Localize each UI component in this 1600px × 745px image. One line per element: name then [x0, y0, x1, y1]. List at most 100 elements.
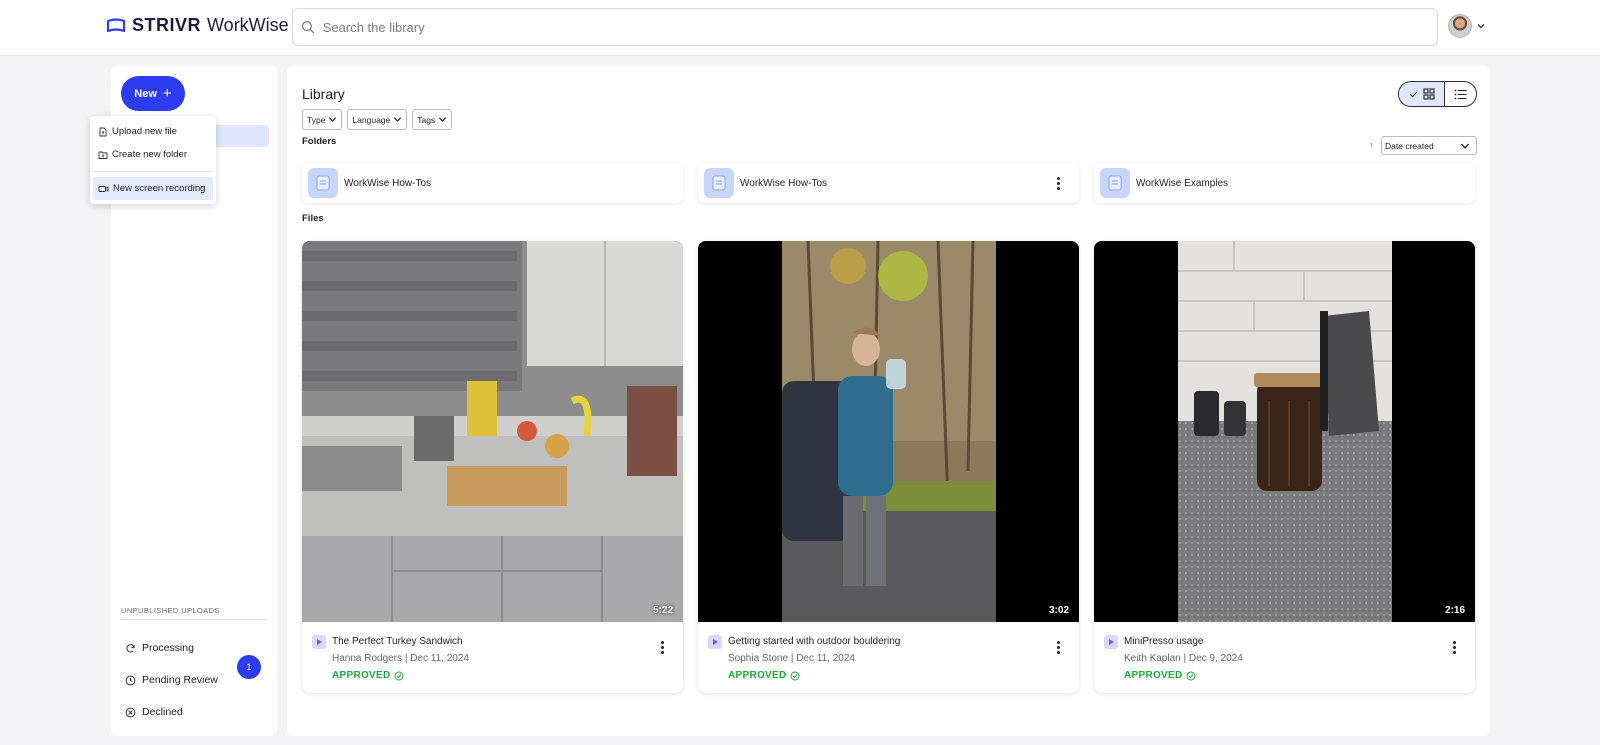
status-label: APPROVED	[728, 670, 787, 681]
grid-icon	[1422, 88, 1435, 100]
search-input[interactable]	[322, 19, 1437, 35]
file-upload-icon	[99, 127, 107, 136]
more-options-icon[interactable]	[1447, 638, 1461, 656]
folder-name: WorkWise Examples	[1136, 177, 1229, 189]
status-label: APPROVED	[1124, 670, 1183, 681]
file-title: Getting started with outdoor bouldering	[728, 636, 901, 647]
filter-label: Tags	[417, 114, 436, 125]
file-info: MiniPresso usage Keith Kaplan | Dec 9, 2…	[1094, 622, 1475, 693]
video-duration: 2:16	[1444, 605, 1465, 616]
folder-card[interactable]: WorkWise How-Tos	[698, 163, 1079, 203]
refresh-icon	[126, 643, 135, 652]
status-badge: APPROVED	[1124, 670, 1196, 681]
user-menu[interactable]	[1448, 14, 1486, 38]
check-icon	[1409, 91, 1417, 98]
menu-item-label: Create new folder	[112, 149, 187, 160]
folder-icon	[308, 168, 338, 198]
video-thumbnail: 3:02	[698, 241, 1079, 622]
new-button[interactable]: New +	[121, 76, 185, 111]
folder-icon	[1100, 168, 1130, 198]
video-duration: 5:22	[652, 605, 673, 616]
library-panel: Library Type Language Tags Folders ↑ Dat…	[287, 66, 1490, 736]
menu-item-create-folder[interactable]: Create new folder	[90, 143, 216, 166]
app-logo[interactable]: STRIVR WorkWise	[106, 15, 289, 36]
video-thumbnail: 5:22	[302, 241, 683, 622]
check-circle-icon	[1186, 671, 1196, 680]
sidebar-item-label: Processing	[142, 642, 194, 654]
search-icon	[301, 20, 315, 34]
file-info: The Perfect Turkey Sandwich Hanna Rodger…	[302, 622, 683, 693]
folder-name: WorkWise How-Tos	[740, 177, 828, 189]
file-title: MiniPresso usage	[1124, 636, 1204, 647]
filter-language[interactable]: Language	[347, 109, 408, 130]
video-thumbnail: 2:16	[1094, 241, 1475, 622]
file-title: The Perfect Turkey Sandwich	[332, 636, 463, 647]
menu-divider	[94, 171, 212, 172]
chevron-down-icon	[1477, 24, 1485, 29]
sort-direction-icon[interactable]: ↑	[1369, 140, 1374, 150]
more-options-icon[interactable]	[655, 638, 669, 656]
status-badge: APPROVED	[332, 670, 404, 681]
status-badge: APPROVED	[728, 670, 800, 681]
chevron-down-icon	[1461, 143, 1469, 149]
check-circle-icon	[394, 671, 404, 680]
list-icon	[1454, 89, 1467, 99]
files-heading: Files	[302, 213, 324, 224]
list-view-button[interactable]	[1445, 82, 1476, 106]
file-info: Getting started with outdoor bouldering …	[698, 622, 1079, 693]
folder-card[interactable]: WorkWise How-Tos	[302, 163, 683, 203]
new-button-label: New	[134, 87, 157, 100]
file-meta: Sophia Stone | Dec 11, 2024	[728, 653, 855, 664]
video-camera-icon	[98, 185, 109, 192]
page-title: Library	[302, 86, 345, 102]
divider	[121, 619, 267, 620]
folder-plus-icon	[98, 151, 108, 159]
check-circle-icon	[790, 671, 800, 680]
sort-label: Date created	[1385, 140, 1434, 151]
folder-icon	[704, 168, 734, 198]
filter-label: Language	[352, 114, 391, 125]
status-label: APPROVED	[332, 670, 391, 681]
menu-item-label: Upload new file	[112, 126, 177, 137]
filter-type[interactable]: Type	[302, 109, 343, 130]
file-card[interactable]: 3:02 Getting started with outdoor boulde…	[698, 241, 1079, 693]
sidebar-item-processing[interactable]: Processing	[125, 642, 265, 654]
file-card[interactable]: 2:16 MiniPresso usage Keith Kaplan | Dec…	[1094, 241, 1475, 693]
pending-count-badge: 1	[237, 655, 261, 679]
video-file-icon	[1104, 635, 1118, 649]
folder-card[interactable]: WorkWise Examples	[1094, 163, 1475, 203]
chevron-down-icon	[394, 117, 402, 122]
strivr-logo-icon	[106, 17, 126, 32]
sidebar-item-label: Pending Review	[142, 674, 218, 686]
product-name: WorkWise	[207, 15, 289, 35]
search-bar[interactable]	[292, 8, 1438, 46]
avatar	[1448, 14, 1472, 38]
filter-label: Type	[307, 114, 326, 125]
chevron-down-icon	[329, 117, 337, 122]
brand-name: STRIVR	[132, 15, 202, 35]
sort-select[interactable]: Date created	[1381, 136, 1477, 155]
folder-name: WorkWise How-Tos	[344, 177, 432, 189]
more-options-icon[interactable]	[1051, 174, 1065, 192]
unpublished-uploads-heading: UNPUBLISHED UPLOADS	[121, 606, 220, 615]
menu-item-screen-recording[interactable]: New screen recording	[93, 177, 213, 200]
sidebar-item-declined[interactable]: Declined	[125, 706, 265, 718]
menu-item-label: New screen recording	[113, 183, 206, 194]
menu-item-upload-file[interactable]: Upload new file	[90, 120, 216, 143]
top-bar: STRIVR WorkWise	[0, 0, 1600, 56]
file-meta: Hanna Rodgers | Dec 11, 2024	[332, 653, 469, 664]
sidebar-item-label: Declined	[142, 706, 183, 718]
x-circle-icon	[125, 707, 136, 717]
new-menu: Upload new file Create new folder New sc…	[90, 116, 216, 204]
grid-view-button[interactable]	[1399, 82, 1445, 106]
filter-tags[interactable]: Tags	[412, 109, 453, 130]
folders-heading: Folders	[302, 136, 337, 147]
file-card[interactable]: 5:22 The Perfect Turkey Sandwich Hanna R…	[302, 241, 683, 693]
video-file-icon	[312, 635, 326, 649]
clock-icon	[125, 675, 136, 685]
video-duration: 3:02	[1048, 605, 1069, 616]
plus-icon: +	[162, 85, 172, 102]
more-options-icon[interactable]	[1051, 638, 1065, 656]
video-file-icon	[708, 635, 722, 649]
chevron-down-icon	[439, 117, 447, 122]
